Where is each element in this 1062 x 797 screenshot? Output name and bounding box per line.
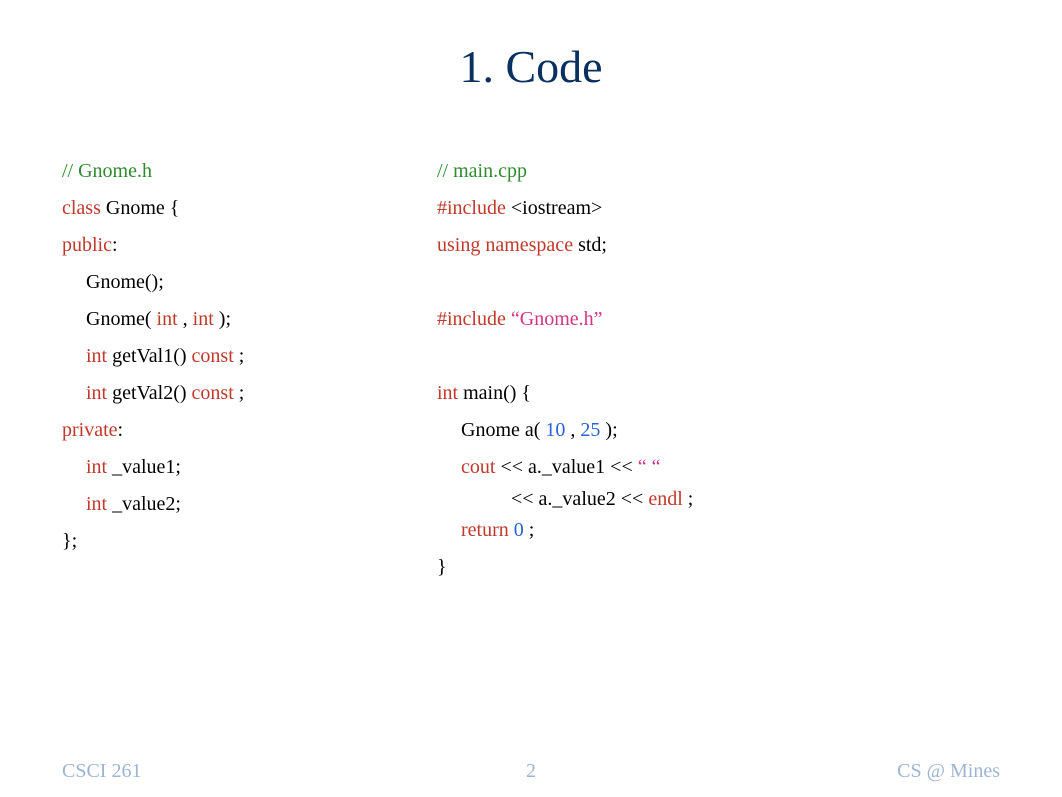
int-keyword: int — [86, 382, 107, 404]
comment-line: // Gnome.h — [62, 153, 437, 190]
class-name: Gnome { — [101, 197, 179, 219]
class-close-line: }; — [62, 523, 437, 560]
cout-line-2: << a._value2 << endl ; — [437, 486, 1000, 512]
int-keyword: int — [86, 493, 107, 515]
cout-line-1: cout << a._value1 << “ “ — [437, 449, 1000, 486]
semi: ; — [524, 519, 535, 541]
comment-line: // main.cpp — [437, 153, 1000, 190]
comma: , — [178, 308, 193, 330]
int-keyword: int — [193, 308, 214, 330]
main-sig: main() { — [458, 382, 531, 404]
endl-keyword: endl — [648, 488, 682, 510]
public-keyword: public — [62, 234, 112, 256]
using-namespace-keyword: using namespace — [437, 234, 573, 256]
getval1-line: int getVal1() const ; — [62, 338, 437, 375]
class-keyword: class — [62, 197, 101, 219]
footer-page-number: 2 — [526, 760, 536, 783]
number-literal: 10 — [545, 419, 565, 441]
int-keyword: int — [157, 308, 178, 330]
semi: ; — [234, 382, 245, 404]
footer-right: CS @ Mines — [897, 760, 1000, 783]
int-keyword: int — [86, 345, 107, 367]
ctor-close: ); — [214, 308, 231, 330]
const-keyword: const — [192, 382, 234, 404]
semi: ; — [683, 488, 694, 510]
ctor-default-line: Gnome(); — [62, 264, 437, 301]
main-close-line: } — [437, 549, 1000, 586]
std: std; — [573, 234, 607, 256]
cout-keyword: cout — [461, 456, 495, 478]
private-keyword: private — [62, 419, 118, 441]
code-block-main-cpp: // main.cpp #include <iostream> using na… — [437, 153, 1000, 586]
colon: : — [118, 419, 124, 441]
blank-line — [437, 264, 1000, 301]
private-line: private: — [62, 412, 437, 449]
ctor-params-line: Gnome( int , int ); — [62, 301, 437, 338]
footer: CSCI 261 2 CS @ Mines — [62, 760, 1000, 783]
method-name: getVal2() — [107, 382, 191, 404]
number-literal: 25 — [580, 419, 600, 441]
content-area: // Gnome.h class Gnome { public: Gnome()… — [0, 93, 1062, 586]
field-value2-line: int _value2; — [62, 486, 437, 523]
field-value1-line: int _value1; — [62, 449, 437, 486]
int-keyword: int — [437, 382, 458, 404]
const-keyword: const — [192, 345, 234, 367]
include-keyword: #include — [437, 197, 506, 219]
comma: , — [565, 419, 580, 441]
return-line: return 0 ; — [437, 512, 1000, 549]
int-keyword: int — [86, 456, 107, 478]
field-name: _value2; — [107, 493, 181, 515]
string-literal: “Gnome.h” — [506, 308, 603, 330]
blank-line — [437, 338, 1000, 375]
iostream: <iostream> — [506, 197, 602, 219]
using-namespace-line: using namespace std; — [437, 227, 1000, 264]
include-gnome-line: #include “Gnome.h” — [437, 301, 1000, 338]
return-keyword: return — [461, 519, 509, 541]
close-paren: ); — [600, 419, 617, 441]
number-literal: 0 — [509, 519, 524, 541]
code-block-gnome-h: // Gnome.h class Gnome { public: Gnome()… — [62, 153, 437, 586]
slide-title: 1. Code — [0, 0, 1062, 93]
main-sig-line: int main() { — [437, 375, 1000, 412]
public-line: public: — [62, 227, 437, 264]
gnome-a-pre: Gnome a( — [461, 419, 545, 441]
semi: ; — [234, 345, 245, 367]
include-iostream-line: #include <iostream> — [437, 190, 1000, 227]
cout-expr: << a._value1 << — [495, 456, 637, 478]
getval2-line: int getVal2() const ; — [62, 375, 437, 412]
ctor-pre: Gnome( — [86, 308, 157, 330]
method-name: getVal1() — [107, 345, 191, 367]
class-decl-line: class Gnome { — [62, 190, 437, 227]
field-name: _value1; — [107, 456, 181, 478]
cout-expr: << a._value2 << — [461, 488, 648, 510]
footer-left: CSCI 261 — [62, 760, 141, 783]
include-keyword: #include — [437, 308, 506, 330]
string-literal: “ “ — [638, 456, 661, 478]
colon: : — [112, 234, 118, 256]
gnome-instance-line: Gnome a( 10 , 25 ); — [437, 412, 1000, 449]
